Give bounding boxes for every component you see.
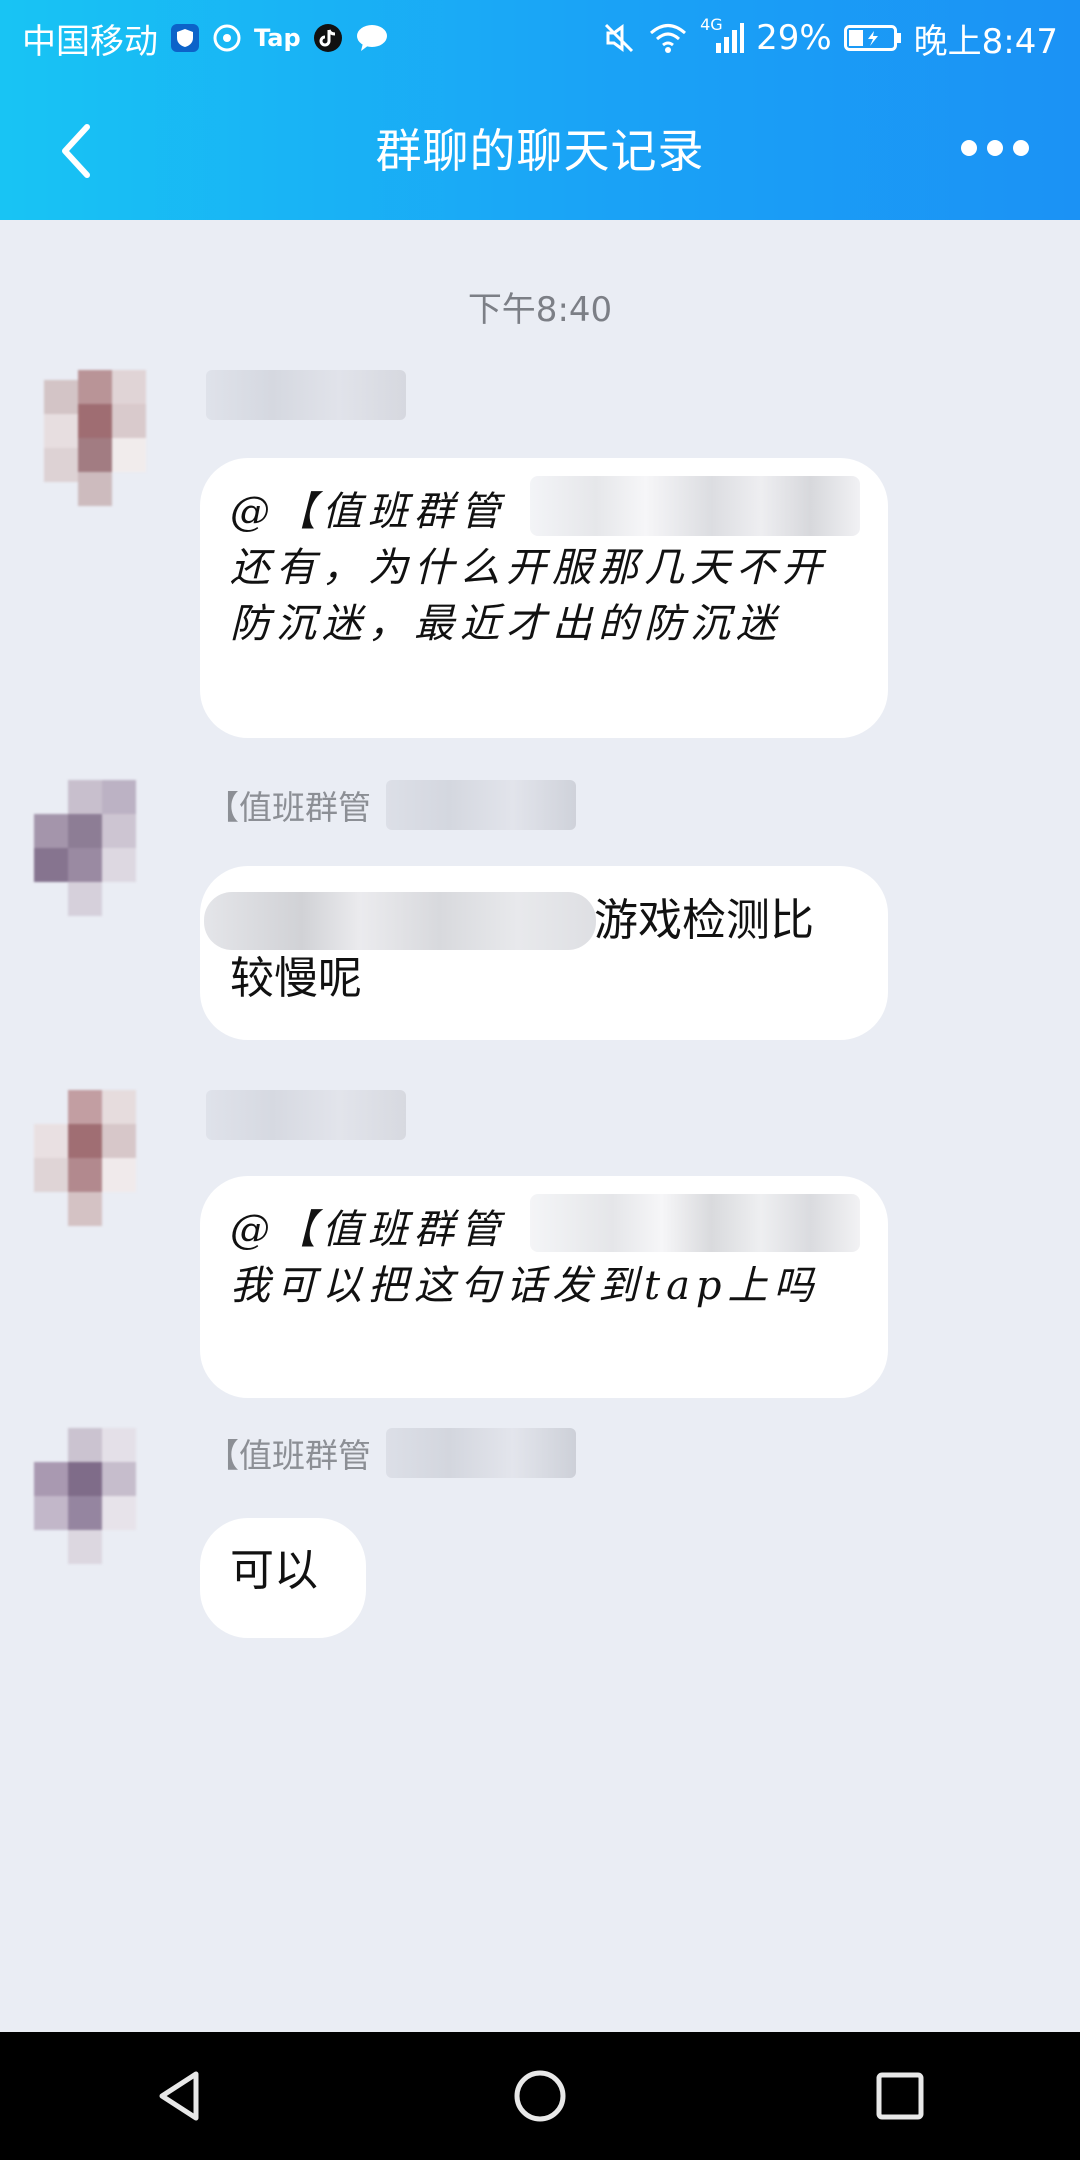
sender-name-redacted — [386, 780, 576, 830]
chat-timestamp: 下午8:40 — [467, 290, 613, 330]
nav-home-button[interactable] — [495, 2051, 585, 2141]
status-right: 4G 29% 晚上8:47 — [602, 14, 1058, 63]
avatar[interactable] — [34, 1090, 170, 1226]
message-bubble[interactable]: 可以 — [200, 1518, 366, 1638]
message-bubble[interactable]: 游戏检测比 较慢呢 — [200, 866, 888, 1040]
redaction-mosaic — [530, 1194, 860, 1252]
message-text: 可以 — [230, 1545, 318, 1596]
message-bubble[interactable]: @【值班群管 我可以把这句话发到tap上吗 — [200, 1176, 888, 1398]
nav-recents-button[interactable] — [855, 2051, 945, 2141]
clock: 晚上8:47 — [913, 21, 1058, 62]
sender-name: 【值班群管 — [206, 1436, 371, 1475]
mute-icon — [602, 21, 636, 55]
signal-icon: 4G — [700, 15, 745, 55]
battery-icon — [843, 23, 902, 53]
sender-name-redacted — [206, 370, 406, 420]
message-bubble[interactable]: @【值班群管 还有，为什么开服那几天不开防沉迷，最近才出的防沉迷 — [200, 458, 888, 738]
network-type-label: 4G — [700, 15, 723, 34]
system-navigation-bar — [0, 2032, 1080, 2160]
page-title: 群聊的聊天记录 — [375, 124, 705, 178]
tap-app-label: Tap — [254, 24, 301, 52]
status-bar: 中国移动 Tap 4G 29% 晚上8:47 — [0, 0, 1080, 76]
carrier-label: 中国移动 — [22, 21, 158, 62]
square-recents-icon — [876, 2072, 924, 2120]
sender-name-redacted — [206, 1090, 406, 1140]
avatar[interactable] — [34, 1428, 170, 1564]
sender-name-redacted — [386, 1428, 576, 1478]
redaction-mosaic — [204, 892, 596, 950]
header-bar: 中国移动 Tap 4G 29% 晚上8:47 群聊的聊天记录 — [0, 0, 1080, 220]
shield-app-icon — [170, 23, 200, 53]
title-bar: 群聊的聊天记录 — [0, 76, 1080, 220]
back-button[interactable] — [40, 116, 110, 186]
chevron-left-icon — [62, 124, 90, 178]
more-options-button[interactable] — [950, 118, 1040, 178]
status-left: 中国移动 Tap — [22, 14, 389, 63]
tiktok-app-icon — [313, 23, 343, 53]
circle-home-icon — [514, 2070, 566, 2122]
chat-history[interactable]: 下午8:40 @【值班群管 还有，为什么开服那几天不开防沉迷，最近才出的防沉迷 — [0, 220, 1080, 2032]
message-app-icon — [355, 23, 389, 53]
avatar[interactable] — [34, 370, 170, 506]
more-dot-icon — [1013, 140, 1029, 156]
battery-percent: 29% — [756, 18, 832, 58]
more-dot-icon — [961, 140, 977, 156]
wifi-icon — [648, 22, 688, 54]
nav-back-button[interactable] — [135, 2051, 225, 2141]
more-dot-icon — [987, 140, 1003, 156]
triangle-back-icon — [159, 2071, 199, 2121]
redaction-mosaic — [530, 476, 860, 536]
music-app-icon — [212, 23, 242, 53]
sender-name: 【值班群管 — [206, 788, 371, 827]
avatar[interactable] — [34, 780, 170, 916]
